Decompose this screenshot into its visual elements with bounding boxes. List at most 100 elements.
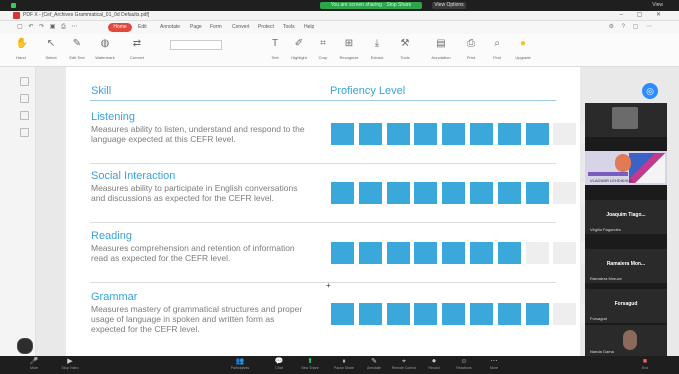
remote-icon: ⌖ — [402, 358, 406, 365]
scroll-action-icon[interactable]: ◎ — [642, 83, 658, 99]
proficiency-bar-segment — [358, 182, 382, 204]
upgrade-icon: ● — [519, 38, 527, 49]
menu-item-help[interactable]: Help — [304, 24, 314, 30]
menu-item-tools[interactable]: Tools — [283, 24, 295, 30]
view-button[interactable]: View — [652, 2, 663, 9]
proficiency-bar-segment — [553, 123, 577, 145]
participant-name: Forsagud — [590, 316, 607, 321]
quick-access-toolbar[interactable]: ▢ ↶ ↷ ▣ ⎙ ⋯ — [17, 23, 80, 31]
control-record[interactable]: ⏺ Record — [420, 357, 448, 370]
control-pause[interactable]: ⏸ Pause Share — [330, 357, 358, 370]
toolbar-button-extract[interactable]: ⤓ Extract — [364, 38, 390, 60]
control-share-screen[interactable]: ⬆ New Share — [296, 357, 324, 370]
proficiency-bar-group — [331, 242, 605, 264]
comments-icon[interactable] — [20, 128, 29, 137]
proficiency-bar-group — [331, 303, 605, 325]
font-select[interactable] — [170, 40, 222, 50]
left-sidebar — [0, 67, 36, 356]
find-icon: ⌕ — [494, 38, 500, 49]
control-remote[interactable]: ⌖ Remote Control — [390, 357, 418, 370]
participant-tile[interactable]: Joaquim Tiago... Virgilio Fagundes — [585, 200, 667, 234]
toolbar-button-ocr[interactable]: ⊞ Recognize — [336, 38, 362, 60]
control-label: Participants — [230, 366, 250, 370]
participant-name: Virgilio Fagundes — [590, 227, 621, 232]
control-video[interactable]: ▶ Stop Video — [56, 357, 84, 370]
toolbar-button-upgrade[interactable]: ● Upgrade — [510, 38, 536, 60]
toolbar-button-highlight[interactable]: ✐ Highlight — [286, 38, 312, 60]
toolbar-button-print[interactable]: ⎙ Print — [458, 38, 484, 60]
toolbar-button-hand[interactable]: ✋ Hand — [8, 38, 34, 60]
participant-tile[interactable]: Nanda Gama — [585, 325, 667, 356]
menu-item-annotate[interactable]: Annotate — [160, 24, 180, 30]
toolbar-label: Convert — [129, 55, 144, 60]
participant-center-name: Forsagud — [614, 301, 638, 307]
skill-reading: Reading Measures comprehension and retent… — [91, 230, 311, 263]
menu-item-convert[interactable]: Convert — [232, 24, 250, 30]
participant-video-face — [615, 154, 631, 172]
toolbar-button-crop[interactable]: ⌗ Crop — [310, 38, 336, 60]
participant-video — [623, 330, 637, 350]
proficiency-bar-segment — [414, 303, 438, 325]
skill-name: Grammar — [91, 291, 138, 303]
participant-tile[interactable]: Forsagud Forsagud — [585, 289, 667, 323]
user-avatar[interactable] — [17, 338, 33, 354]
skill-description: Measures ability to listen, understand a… — [91, 124, 305, 144]
end-meeting-button[interactable]: ■ End — [630, 357, 660, 370]
control-microphone[interactable]: 🎤 Mute — [20, 357, 48, 370]
menu-item-page[interactable]: Page — [190, 24, 202, 30]
toolbar-button-watermark[interactable]: ◍ Watermark — [92, 38, 118, 60]
more-icon: ⋯ — [490, 358, 498, 365]
annotation-icon: ▤ — [436, 38, 446, 49]
proficiency-bar-segment — [525, 242, 549, 264]
control-participants[interactable]: 👥 Participants — [226, 357, 254, 370]
control-reactions[interactable]: ☺ Reactions — [450, 357, 478, 370]
toolbar-button-text[interactable]: T Text — [262, 38, 288, 60]
skill-description: Measures ability to participate in Engli… — [91, 183, 298, 203]
proficiency-bar-segment — [525, 182, 549, 204]
toolbar-button-select[interactable]: ↖ Select — [38, 38, 64, 60]
pages-icon[interactable] — [20, 77, 29, 86]
participant-tile[interactable]: VLADIMIR LEHDIKHUE — [585, 151, 667, 185]
tools-icon: ⚒ — [400, 38, 410, 49]
proficiency-bar-segment — [386, 123, 410, 145]
toolbar-button-annotation[interactable]: ▤ Annotation — [428, 38, 454, 60]
record-icon: ⏺ — [432, 358, 436, 365]
window-controls[interactable]: – ▢ ✕ — [620, 11, 667, 20]
participant-video-cap — [588, 172, 628, 176]
toolbar-button-find[interactable]: ⌕ Find — [484, 38, 510, 60]
skill-grammar: Grammar Measures mastery of grammatical s… — [91, 291, 311, 334]
proficiency-bar-segment — [414, 182, 438, 204]
menu-item-edit[interactable]: Edit — [138, 24, 147, 30]
toolbar-label: Highlight — [291, 55, 307, 60]
control-annotate[interactable]: ✎ Annotate — [360, 357, 388, 370]
toolbar-button-tools[interactable]: ⚒ Tools — [392, 38, 418, 60]
skill-social-interaction: Social Interaction Measures ability to pa… — [91, 170, 311, 203]
ocr-icon: ⊞ — [344, 38, 354, 49]
skill-name: Reading — [91, 230, 132, 242]
attachments-icon[interactable] — [20, 111, 29, 120]
header-skill: Skill — [91, 85, 112, 97]
view-options-button[interactable]: View Options — [432, 2, 466, 9]
toolbar-label: Annotation — [431, 55, 451, 60]
menu-right-icons[interactable]: ⚙ ? ▢ ⋯ — [609, 23, 655, 30]
participant-tile[interactable]: Ramaiera Mon... Ramaiera Moruce — [585, 249, 667, 283]
tab-home[interactable]: Home — [108, 23, 132, 32]
bookmarks-icon[interactable] — [20, 94, 29, 103]
control-more[interactable]: ⋯ More — [480, 357, 508, 370]
window-title-bar: PDF X - [Cef_Archives Grammatical_01_0d … — [0, 11, 679, 21]
header-proficiency-level: Profiency Level — [330, 85, 406, 97]
extract-icon: ⤓ — [374, 38, 380, 49]
toolbar-button-edit[interactable]: ✎ Edit Text — [64, 38, 90, 60]
control-chat[interactable]: 💬 Chat — [265, 357, 293, 370]
proficiency-bar-segment — [470, 303, 493, 325]
end-icon: ■ — [642, 358, 648, 365]
proficiency-bar-segment — [386, 182, 410, 204]
toolbar-button-convert[interactable]: ⇄ Convert — [124, 38, 150, 60]
screen-share-banner[interactable]: You are screen sharing · Stop Share — [320, 2, 422, 9]
menu-item-protect[interactable]: Protect — [258, 24, 274, 30]
skill-listening: Listening Measures ability to listen, und… — [91, 111, 311, 144]
menu-item-form[interactable]: Form — [210, 24, 222, 30]
participant-video — [612, 107, 638, 129]
participant-tile[interactable] — [585, 103, 667, 137]
text-icon: T — [271, 38, 279, 49]
